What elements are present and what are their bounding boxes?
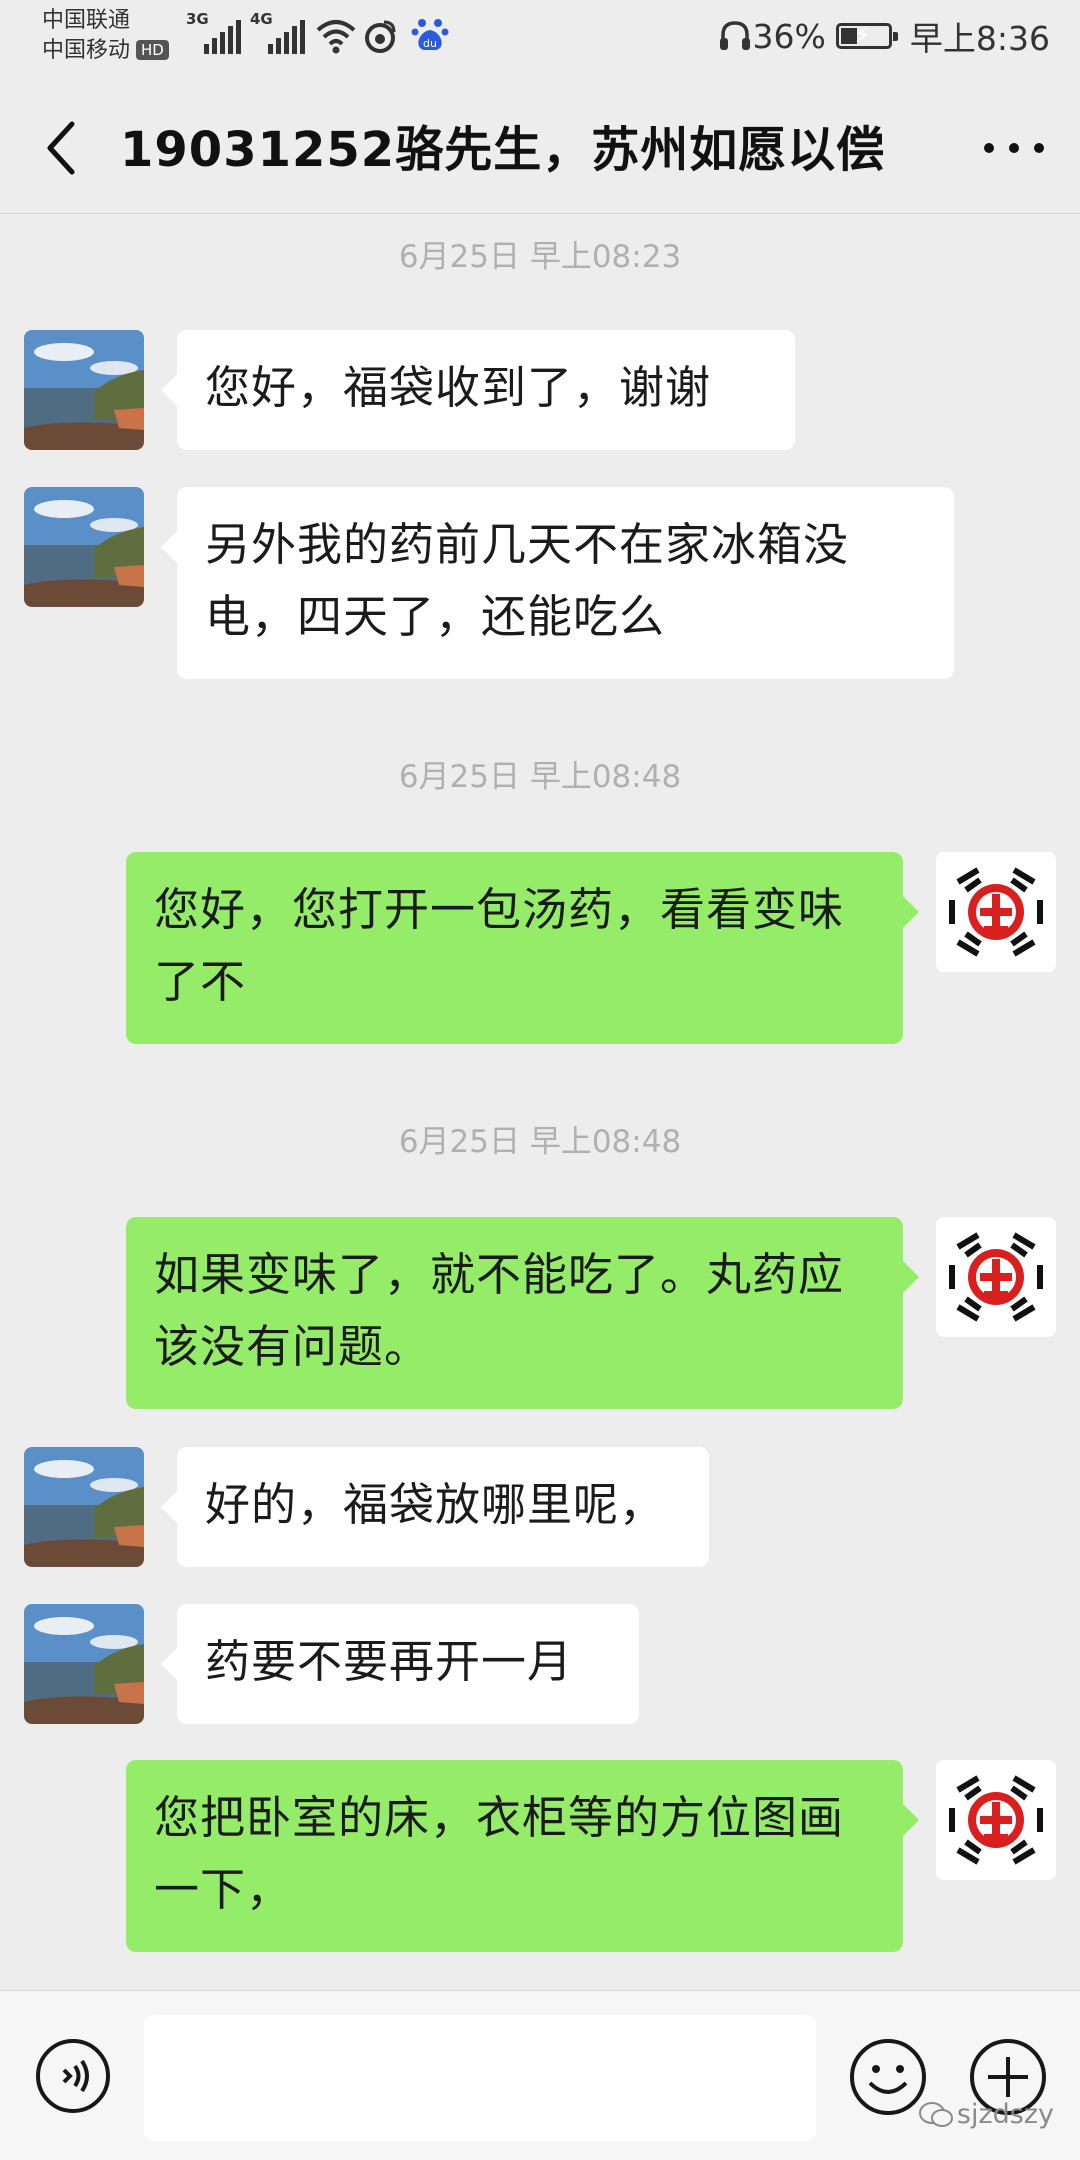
wechat-logo-icon xyxy=(918,2101,953,2127)
carrier-1: 中国联通 xyxy=(42,8,131,33)
more-dots-icon[interactable] xyxy=(984,128,1044,168)
status-right: 36% ⚡ 早上8:36 xyxy=(717,14,1050,58)
my-avatar[interactable] xyxy=(936,1760,1056,1880)
chat-title: 19031252骆先生，苏州如愿以偿 xyxy=(120,122,886,178)
my-avatar[interactable] xyxy=(936,1217,1056,1337)
weibo-icon xyxy=(365,20,396,53)
timestamp: 6月25日 早上08:48 xyxy=(398,1124,682,1160)
battery-percent: 36% xyxy=(752,16,826,56)
chat-header: 19031252骆先生，苏州如愿以偿 xyxy=(0,74,1080,214)
message-bubble-me[interactable]: 您好，您打开一包汤药，看看变味了不 xyxy=(126,852,919,1044)
charging-bolt-icon: ⚡ xyxy=(854,23,871,48)
message-bubble-friend[interactable]: 好的，福袋放哪里呢， xyxy=(161,1447,709,1567)
watermark-text: sjzdszy xyxy=(956,2099,1054,2130)
my-avatar[interactable] xyxy=(936,852,1056,972)
emoji-icon[interactable] xyxy=(848,2037,928,2117)
wifi-icon xyxy=(316,20,356,54)
message-bubble-me[interactable]: 如果变味了，就不能吃了。丸药应该没有问题。 xyxy=(126,1217,919,1409)
headphones-icon xyxy=(719,21,750,50)
message-list[interactable]: 6月25日 早上08:23 您好，福袋收到了，谢谢 另外我的药前几天不在家冰箱没… xyxy=(0,215,1080,1990)
voice-icon[interactable] xyxy=(34,2037,112,2115)
message-bubble-friend[interactable]: 您好，福袋收到了，谢谢 xyxy=(161,330,795,450)
timestamp: 6月25日 早上08:23 xyxy=(398,239,682,275)
message-bubble-friend[interactable]: 另外我的药前几天不在家冰箱没电，四天了，还能吃么 xyxy=(161,487,954,679)
clock: 早上8:36 xyxy=(909,19,1050,58)
battery-icon: ⚡ xyxy=(835,23,898,49)
watermark: sjzdszy xyxy=(918,2099,1054,2130)
message-input[interactable] xyxy=(144,2015,816,2141)
timestamp: 6月25日 早上08:48 xyxy=(398,759,682,795)
friend-avatar[interactable] xyxy=(24,1447,144,1567)
friend-avatar[interactable] xyxy=(24,330,144,450)
message-bubble-friend[interactable]: 药要不要再开一月 xyxy=(161,1604,639,1724)
message-bubble-me[interactable]: 您把卧室的床，衣柜等的方位图画一下， xyxy=(126,1760,919,1952)
hd-badge: HD xyxy=(136,40,169,60)
input-bar: sjzdszy xyxy=(0,1990,1080,2160)
carrier-2: 中国移动 xyxy=(42,38,131,63)
friend-avatar[interactable] xyxy=(24,487,144,607)
svg-text:du: du xyxy=(423,37,437,50)
status-bar: 中国联通 中国移动 HD 3G 4G du 36% ⚡ 早上8:36 xyxy=(0,0,1080,74)
baidu-icon: du xyxy=(411,19,449,50)
carrier-info: 中国联通 中国移动 HD xyxy=(42,6,169,66)
friend-avatar[interactable] xyxy=(24,1604,144,1724)
chevron-left-icon[interactable] xyxy=(38,118,88,178)
